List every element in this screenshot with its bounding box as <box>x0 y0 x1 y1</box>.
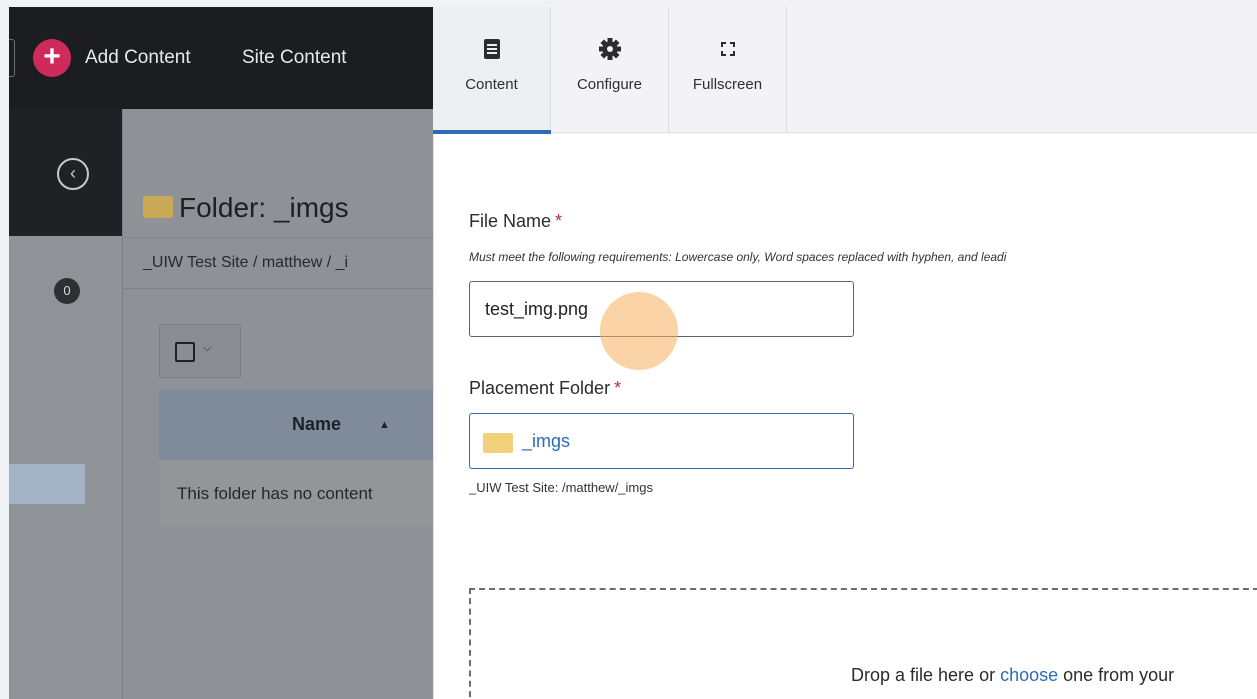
tab-fullscreen[interactable]: Fullscreen <box>669 7 787 133</box>
click-indicator <box>600 292 678 370</box>
chevron-down-icon: ⌵ <box>203 342 212 354</box>
drop-suffix: one from your <box>1058 665 1175 685</box>
folder-title-text: Folder: _imgs <box>179 192 349 223</box>
modal-tabs: Content Configure Fullscreen <box>433 7 1257 134</box>
file-name-hint: Must meet the following requirements: Lo… <box>469 250 1007 264</box>
file-name-label: File Name * <box>469 211 562 232</box>
name-column-header[interactable]: Name <box>292 414 341 435</box>
table-row: This folder has no content <box>159 460 433 526</box>
sort-ascending-icon[interactable]: ▲ <box>379 419 390 431</box>
gear-icon <box>551 37 668 61</box>
dropzone-text: Drop a file here or choose one from your <box>851 665 1174 686</box>
tab-content-label: Content <box>465 76 518 93</box>
folder-icon <box>143 196 173 218</box>
tab-content[interactable]: Content <box>433 7 551 134</box>
folder-icon <box>483 433 513 453</box>
required-marker: * <box>614 378 622 398</box>
checkbox-icon <box>175 342 195 362</box>
fullscreen-icon <box>669 37 786 61</box>
content-form-panel: File Name * Must meet the following requi… <box>433 134 1257 699</box>
placement-folder-value: _imgs <box>522 431 571 451</box>
document-icon <box>433 37 550 61</box>
breadcrumb-bar: _UIW Test Site / matthew / _i <box>123 237 433 289</box>
sidebar-item-active[interactable] <box>9 464 85 504</box>
collapse-sidebar-icon[interactable]: ‹ <box>57 158 89 190</box>
tab-fullscreen-label: Fullscreen <box>692 76 763 93</box>
required-marker: * <box>555 211 563 231</box>
window-left-edge <box>0 0 9 699</box>
sidebar-header: ‹ <box>9 109 123 236</box>
select-all-dropdown[interactable]: ⌵ <box>159 324 241 378</box>
top-navbar: + Add Content Site Content <box>7 7 433 109</box>
window-top-edge <box>0 0 1257 7</box>
drop-prefix: Drop a file here or <box>851 665 1001 685</box>
notification-badge[interactable]: 0 <box>54 278 80 304</box>
table-header: Name ▲ <box>159 390 433 460</box>
file-name-input[interactable]: test_img.png <box>469 281 854 370</box>
add-content-icon[interactable]: + <box>33 39 71 77</box>
placement-folder-path: _UIW Test Site: /matthew/_imgs <box>469 480 653 495</box>
tab-configure-label: Configure <box>576 76 643 93</box>
sidebar: 0 <box>9 236 123 699</box>
page-title: Folder: _imgs <box>143 192 349 224</box>
placement-folder-chooser[interactable]: _imgs <box>469 413 854 469</box>
file-name-value: test_img.png <box>485 299 589 319</box>
folder-view: Folder: _imgs _UIW Test Site / matthew /… <box>123 109 433 699</box>
empty-message: This folder has no content <box>177 484 373 503</box>
tab-configure[interactable]: Configure <box>551 7 669 133</box>
file-dropzone[interactable]: Drop a file here or choose one from your <box>469 588 1257 699</box>
site-content-link[interactable]: Site Content <box>242 47 347 69</box>
placement-folder-label-text: Placement Folder <box>469 378 611 398</box>
breadcrumb[interactable]: _UIW Test Site / matthew / _i <box>143 254 348 272</box>
placement-folder-label: Placement Folder * <box>469 378 621 399</box>
file-name-label-text: File Name <box>469 211 552 231</box>
choose-file-link[interactable]: choose <box>1000 665 1058 685</box>
add-content-link[interactable]: Add Content <box>85 47 191 69</box>
